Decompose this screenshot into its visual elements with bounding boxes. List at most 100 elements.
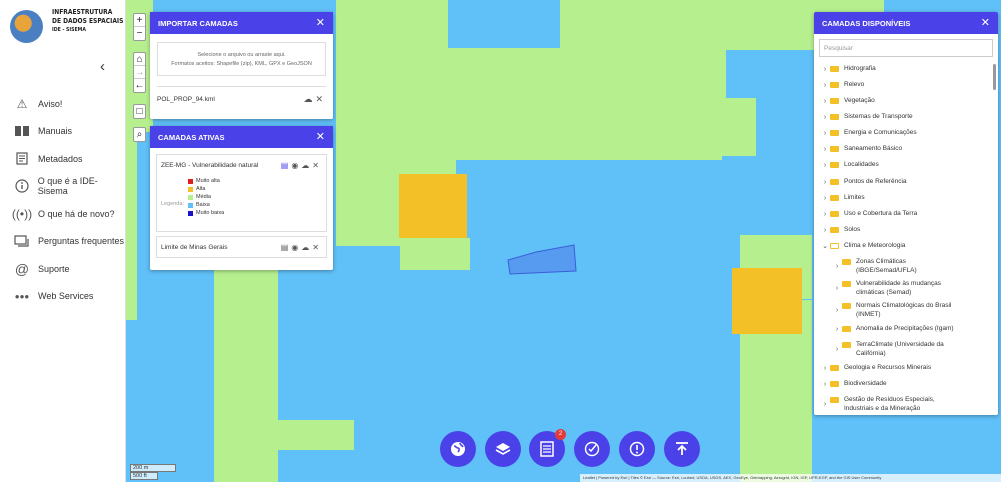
sidebar-item-aviso[interactable]: ⚠ Aviso! [0,90,126,118]
tree-label: Normais Climatológicas do Brasil (INMET) [856,302,952,318]
tree-item-uso-cobertura[interactable]: › Uso e Cobertura da Terra [820,209,917,219]
tree-label: Hidrografia [844,65,876,72]
scrollbar[interactable] [993,64,996,90]
map-region [214,270,278,482]
map-region [722,98,756,156]
draw-tool-button[interactable] [574,431,610,467]
close-icon[interactable]: ✕ [315,94,326,104]
panel-title: CAMADAS ATIVAS [158,132,225,142]
tree-item-limites[interactable]: › Limites [820,193,865,203]
tree-item-hidrografia[interactable]: › Hidrografia [820,64,876,74]
tree-label: Biodiversidade [844,380,887,387]
panel-header: IMPORTAR CAMADAS ✕ [150,12,333,34]
tree-item-vulnerabilidade[interactable]: › Vulnerabilidade às mudanças climáticas (… [832,279,941,297]
tree-item-normais[interactable]: › Normais Climatológicas do Brasil (INMET) [832,301,952,319]
tree-item-residuos[interactable]: › Gestão de Resíduos Especiais, Industriai… [820,395,935,413]
cloud-download-icon[interactable]: ☁ [303,94,315,104]
zoom-out-button[interactable]: − [134,27,145,40]
legend-swatch [188,178,193,184]
zoom-in-button[interactable]: + [134,14,145,27]
imported-polygon[interactable] [506,244,582,276]
cloud-download-icon[interactable]: ☁ [301,161,312,170]
folder-icon [842,326,851,332]
sidebar-item-label: Perguntas frequentes [38,236,125,247]
folder-icon [830,130,839,136]
home-button[interactable]: ⌂ [134,53,145,66]
tree-item-solos[interactable]: › Solos [820,225,860,235]
tree-item-terraclimate[interactable]: › TerraClimate (Universidade da Califórnia… [832,340,944,358]
search-control: ⌕ [133,127,146,142]
folder-open-icon [830,243,839,249]
eye-icon[interactable]: ◉ [291,161,301,170]
file-name: POL_PROP_94.kml [157,96,215,103]
legend-item: Muito alta [188,177,224,185]
tree-item-transporte[interactable]: › Sistemas de Transporte [820,112,913,122]
sidebar-item-web-services[interactable]: ●●● Web Services [0,283,126,311]
sidebar-item-novidades[interactable]: ((•)) O que há de novo? [0,200,126,228]
basemap-button[interactable] [440,431,476,467]
tree-item-energia[interactable]: › Energia e Comunicações [820,128,917,138]
legend-items: Muito alta Alta Média Baixa Muito baixa [188,177,224,217]
table-icon[interactable]: ▤ [281,243,292,252]
sidebar-item-suporte[interactable]: @ Suporte [0,255,126,283]
file-dropzone[interactable]: Selecione o arquivo ou arraste aqui. For… [157,42,326,76]
layers-button[interactable] [485,431,521,467]
sidebar-item-manuais[interactable]: Manuais [0,118,126,146]
legend-item: Alta [188,185,224,193]
legend-text: Média [196,194,211,200]
folder-icon [830,114,839,120]
logo-line3: IDE - SISEMA [52,27,86,33]
cloud-download-icon[interactable]: ☁ [301,243,312,252]
frame-control: □ [133,104,146,119]
nav-control: ⌂ → ← [133,52,146,93]
sidebar: INFRAESTRUTURA DE DADOS ESPACIAIS IDE - … [0,0,126,482]
back-button[interactable]: ← [134,79,145,92]
collapse-sidebar-button[interactable]: ‹ [100,58,105,75]
tree-label: Zonas Climáticas (IBGE/Semad/UFLA) [856,258,917,274]
close-icon[interactable]: ✕ [316,16,325,29]
active-layers-button[interactable]: 2 [529,429,566,467]
logo[interactable]: INFRAESTRUTURA DE DADOS ESPACIAIS IDE - … [10,6,123,46]
tree-label: Pontos de Referência [844,178,907,185]
map-search-button[interactable]: ⌕ [134,128,145,141]
tree-label: Energia e Comunicações [844,129,917,136]
scale-bar-imperial: 500 ft [130,472,158,480]
close-icon[interactable]: ✕ [312,243,322,252]
eye-icon[interactable]: ◉ [291,243,301,252]
close-icon[interactable]: ✕ [316,130,325,143]
chevron-right-icon: › [823,401,827,408]
tree-item-saneamento[interactable]: › Saneamento Básico [820,144,902,154]
table-icon[interactable]: ▤ [281,161,292,170]
tree-item-pontos[interactable]: › Pontos de Referência [820,177,907,187]
info-button[interactable] [619,431,655,467]
sidebar-item-perguntas[interactable]: Perguntas frequentes [0,228,126,256]
close-icon[interactable]: ✕ [981,16,990,29]
layer-row[interactable]: Limite de Minas Gerais ▤◉☁✕ [157,237,326,257]
tree-item-anomalia[interactable]: › Anomalia de Precipitações (Igam) [832,324,954,334]
tree-item-geologia[interactable]: › Geologia e Recursos Minerais [820,363,931,373]
tree-item-relevo[interactable]: › Relevo [820,80,864,90]
layer-row[interactable]: ZEE-MG - Vulnerabilidade natural ▤◉☁✕ [157,155,326,175]
tree-item-zonas-climaticas[interactable]: › Zonas Climáticas (IBGE/Semad/UFLA) [832,257,917,275]
chevron-right-icon: › [835,285,839,292]
legend-text: Alta [196,186,206,192]
scale-bar-metric: 200 m [130,464,176,472]
edit-check-icon [584,441,600,457]
tree-item-biodiversidade[interactable]: › Biodiversidade [820,379,887,389]
tree-item-vegetacao[interactable]: › Vegetação [820,96,875,106]
tree-label: Uso e Cobertura da Terra [844,210,918,217]
frame-button[interactable]: □ [134,105,145,118]
tree-item-localidades[interactable]: › Localidades [820,160,879,170]
folder-icon [830,397,839,403]
legend-swatch [188,202,193,208]
sidebar-item-o-que-e[interactable]: O que é a IDE-Sisema [0,173,126,201]
tree-item-clima[interactable]: ⌄ Clima e Meteorologia [820,241,905,251]
sidebar-item-metadados[interactable]: Metadados [0,145,126,173]
legend-label: Legenda: [161,201,184,207]
info-icon [14,179,30,193]
layers-search-input[interactable]: Pesquisar [819,39,993,57]
upload-button[interactable] [664,431,700,467]
forward-button[interactable]: → [134,66,145,79]
close-icon[interactable]: ✕ [312,161,322,170]
sidebar-item-label: Suporte [38,263,70,274]
